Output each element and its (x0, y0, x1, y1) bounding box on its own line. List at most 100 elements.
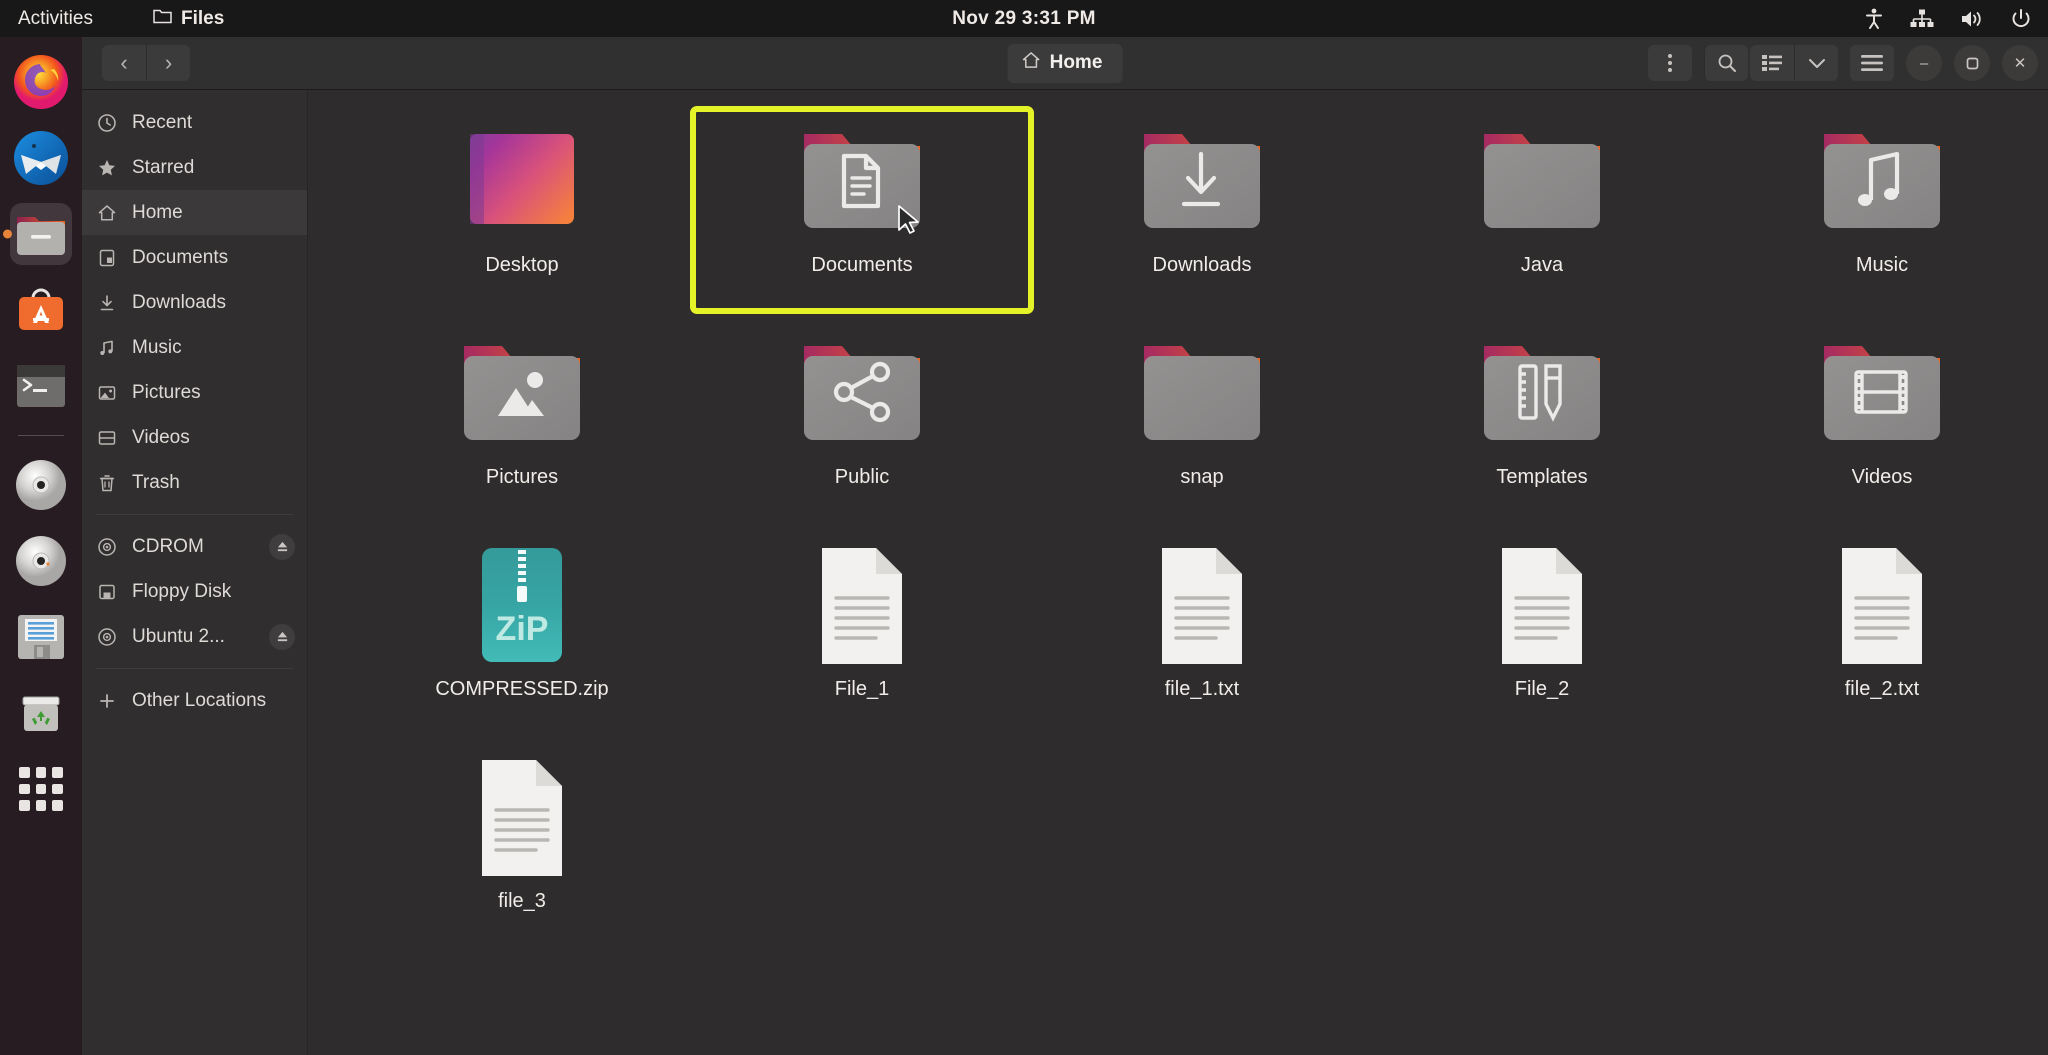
power-icon[interactable] (2010, 8, 2032, 30)
maximize-icon (1966, 57, 1978, 69)
trash-icon (22, 696, 60, 731)
list-view-button[interactable] (1750, 45, 1794, 81)
file-item-file-2[interactable]: File_2 (1372, 532, 1712, 736)
clock[interactable]: Nov 29 3:31 PM (952, 8, 1096, 30)
folder-icon (1476, 116, 1608, 248)
eject-button[interactable] (269, 533, 295, 560)
dock-item-firefox[interactable] (10, 51, 72, 113)
file-item-label: Templates (1496, 466, 1588, 488)
dock-item-trash[interactable] (10, 682, 72, 744)
sidebar-item-label: Ubuntu 2... (132, 625, 225, 647)
dock-item-terminal[interactable] (10, 355, 72, 417)
star-icon (96, 158, 118, 178)
forward-button[interactable]: › (146, 45, 190, 81)
file-item-file-2-txt[interactable]: file_2.txt (1712, 532, 2048, 736)
files-window-icon (153, 7, 172, 30)
search-button[interactable] (1704, 45, 1748, 81)
sidebar-item-recent[interactable]: Recent (82, 100, 307, 145)
sidebar-separator (96, 514, 293, 515)
file-item-file-1-txt[interactable]: file_1.txt (1032, 532, 1372, 736)
view-options-button[interactable] (1794, 45, 1838, 81)
sidebar-item-home[interactable]: Home (82, 190, 307, 235)
menu-button[interactable] (1648, 45, 1692, 81)
film-glyph (1816, 328, 1948, 460)
ubuntu-dock (0, 37, 82, 1055)
back-button[interactable]: ‹ (102, 45, 146, 81)
file-view[interactable]: Desktop Documents Downloads Java Music P… (308, 90, 2048, 1055)
file-item-java[interactable]: Java (1372, 108, 1712, 312)
dock-item-ubuntu-software[interactable] (10, 279, 72, 341)
sidebar-item-trash[interactable]: Trash (82, 460, 307, 505)
svg-text:ZiP: ZiP (496, 610, 549, 648)
app-menu-button[interactable]: Files (153, 7, 224, 30)
lines-glyph (1136, 540, 1268, 672)
window-body: Recent Starred Home Documents Downloads Music… (82, 90, 2048, 1055)
close-button[interactable]: ✕ (2002, 45, 2038, 81)
folder-icon (804, 134, 920, 228)
minimize-button[interactable]: – (1906, 45, 1942, 81)
eject-button[interactable] (269, 623, 295, 650)
file-item-templates[interactable]: Templates (1372, 320, 1712, 524)
sidebar-item-downloads[interactable]: Downloads (82, 280, 307, 325)
gnome-top-bar: Activities Files Nov 29 3:31 PM (0, 0, 2048, 37)
dock-item-files[interactable] (10, 203, 72, 265)
volume-icon[interactable] (1960, 9, 1984, 29)
file-item-downloads[interactable]: Downloads (1032, 108, 1372, 312)
sidebar-item-floppy-disk[interactable]: Floppy Disk (82, 569, 307, 614)
breadcrumb-home[interactable]: Home (1007, 43, 1123, 83)
file-item-public[interactable]: Public (692, 320, 1032, 524)
sidebar-item-label: Music (132, 336, 182, 358)
file-item-file-1[interactable]: File_1 (692, 532, 1032, 736)
firefox-icon (14, 55, 68, 109)
ubuntu-software-icon (19, 288, 63, 330)
file-item-videos[interactable]: Videos (1712, 320, 2048, 524)
file-item-snap[interactable]: snap (1032, 320, 1372, 524)
file-item-pictures[interactable]: Pictures (352, 320, 692, 524)
activities-button[interactable]: Activities (18, 8, 93, 30)
breadcrumb-home-label: Home (1049, 52, 1103, 73)
accessibility-icon[interactable] (1864, 8, 1884, 30)
home-icon (96, 203, 118, 223)
music-icon (96, 338, 118, 358)
hamburger-menu-icon (1861, 55, 1883, 71)
text-file-icon (1162, 548, 1242, 664)
sidebar-item-starred[interactable]: Starred (82, 145, 307, 190)
sidebar-item-label: Recent (132, 111, 193, 133)
file-item-file-3[interactable]: file_3 (352, 744, 692, 948)
view-mode-group (1750, 45, 1838, 81)
sidebar-item-cdrom[interactable]: CDROM (82, 524, 307, 569)
dock-item-thunderbird[interactable] (10, 127, 72, 189)
sidebar-item-documents[interactable]: Documents (82, 235, 307, 280)
dock-item-cdrom-disc[interactable] (10, 454, 72, 516)
file-item-label: Music (1855, 254, 1909, 276)
folder-icon (1144, 346, 1260, 440)
video-icon (96, 428, 118, 448)
list-view-icon (1762, 55, 1782, 71)
sidebar-item-label: Videos (132, 426, 190, 448)
sidebar-item-videos[interactable]: Videos (82, 415, 307, 460)
file-item-label: Documents (811, 254, 913, 276)
sidebar-item-pictures[interactable]: Pictures (82, 370, 307, 415)
hamburger-menu-button[interactable] (1850, 45, 1894, 81)
file-item-compressed-zip[interactable]: ZiP COMPRESSED.zip (352, 532, 692, 736)
folder-icon (1484, 346, 1600, 440)
gradient-thumbnail (470, 134, 574, 224)
sidebar-item-other-locations[interactable]: Other Locations (82, 678, 307, 723)
sidebar-item-label: Other Locations (132, 689, 267, 711)
file-item-desktop[interactable]: Desktop (352, 108, 692, 312)
file-item-music[interactable]: Music (1712, 108, 2048, 312)
dock-item-ubuntu-disc[interactable] (10, 530, 72, 592)
maximize-button[interactable] (1954, 45, 1990, 81)
sidebar-item-music[interactable]: Music (82, 325, 307, 370)
sidebar-item-label: CDROM (132, 535, 204, 557)
network-icon[interactable] (1910, 9, 1934, 29)
chevron-down-icon (1808, 58, 1825, 68)
folder-icon (1824, 346, 1940, 440)
sidebar-item-ubuntu-2[interactable]: Ubuntu 2... (82, 614, 307, 659)
system-indicators (1864, 8, 2032, 30)
file-item-documents[interactable]: Documents (690, 106, 1034, 314)
dock-item-show-applications[interactable] (10, 758, 72, 820)
folder-icon (1144, 134, 1260, 228)
dock-item-floppy-disk[interactable] (10, 606, 72, 668)
gradient-thumbnail (456, 116, 588, 248)
